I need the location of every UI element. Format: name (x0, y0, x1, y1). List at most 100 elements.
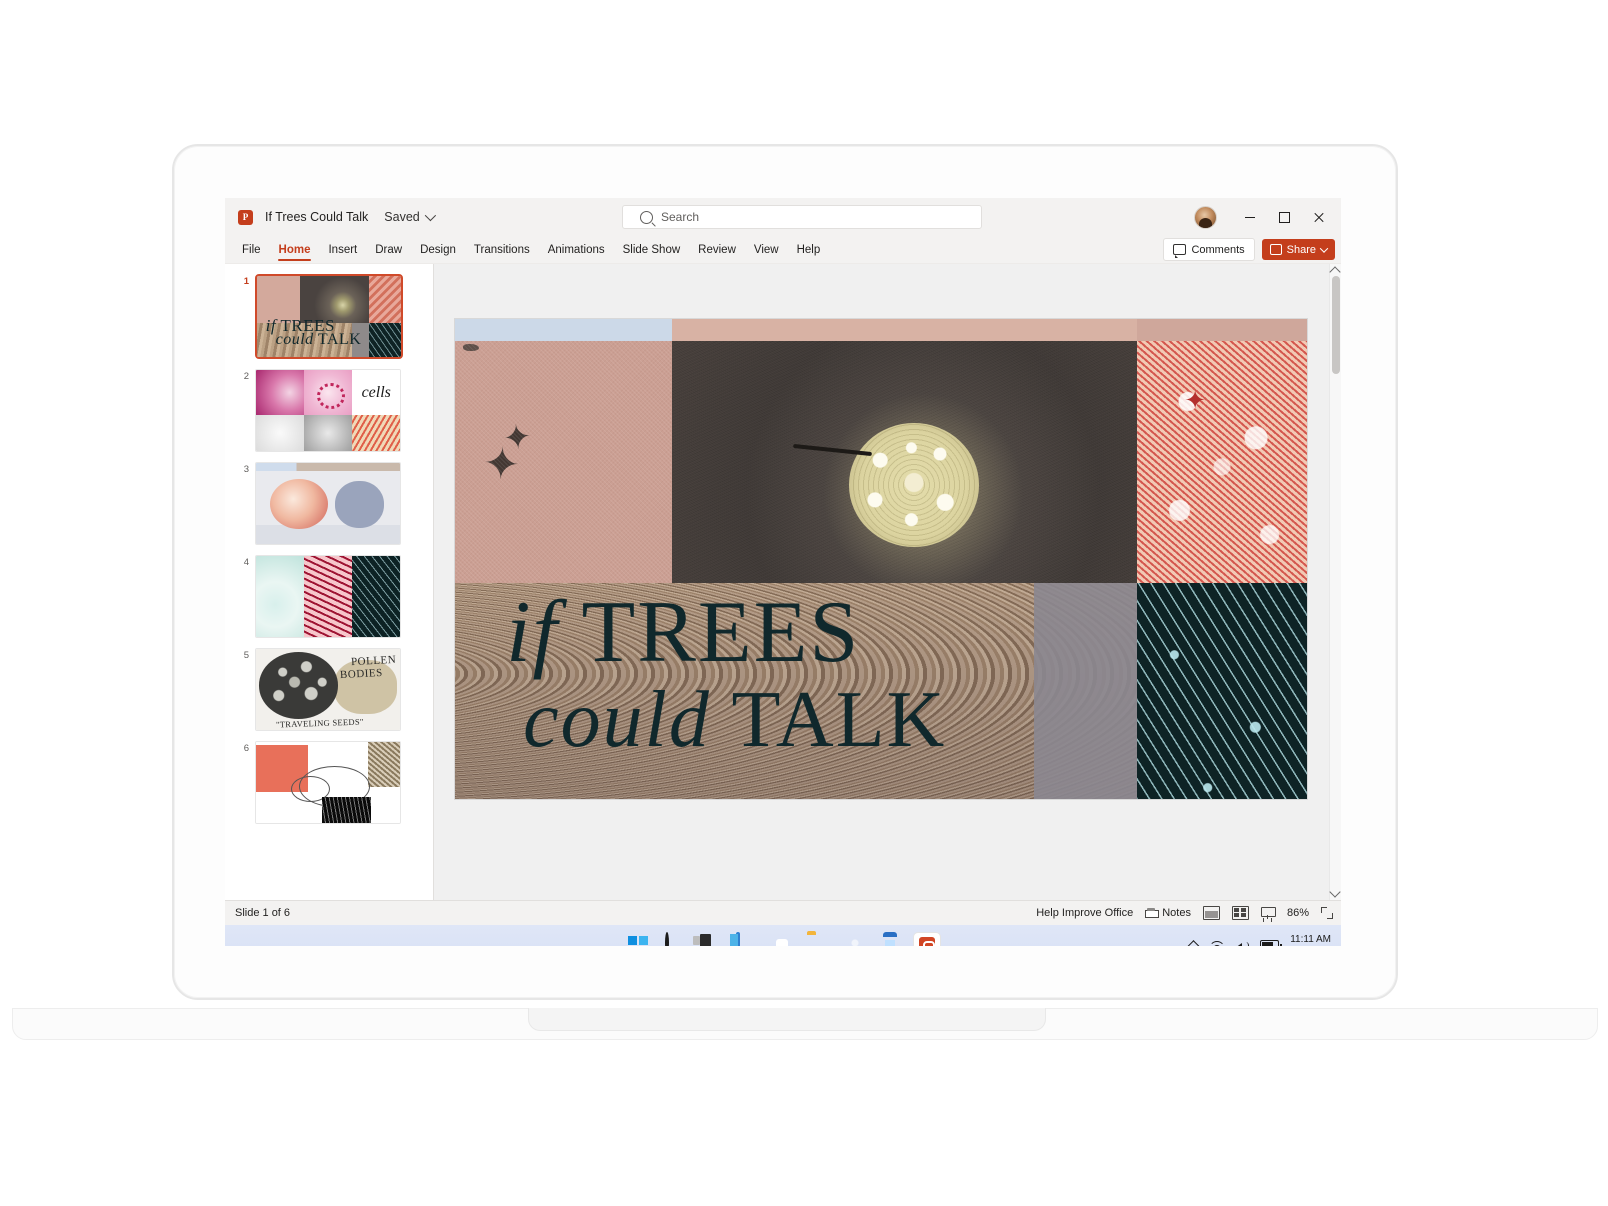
slide-sorter-icon (1231, 906, 1249, 920)
chevron-down-icon (1319, 243, 1329, 253)
tab-design[interactable]: Design (411, 237, 465, 263)
normal-view-icon (1202, 906, 1220, 920)
slide-thumb-1-title[interactable]: 1 if TREES could TALK (225, 274, 433, 359)
comment-bubble-icon (1173, 244, 1187, 258)
notes-label: Notes (1162, 907, 1191, 919)
thumb2-pink-panel (303, 370, 353, 416)
slide-pollen-tube-panel (1136, 583, 1307, 799)
slide-thumb-5-pollen[interactable]: 5 POLLEN BODIES "TRAVELING SEEDS" (225, 648, 433, 731)
tab-insert[interactable]: Insert (319, 237, 366, 263)
show-hidden-icons-icon[interactable] (1187, 939, 1201, 946)
chat-icon[interactable] (770, 934, 794, 946)
slide-pink-panel: ✦ ✦ (455, 341, 673, 583)
slide-thumb-2-cells[interactable]: 2 cells (225, 369, 433, 452)
canvas-vertical-scrollbar[interactable] (1329, 264, 1341, 900)
edge-icon[interactable] (842, 934, 866, 946)
view-reading-button[interactable] (1260, 907, 1276, 919)
stem-cross-section (848, 423, 979, 547)
laptop-screen: P If Trees Could Talk Saved Search File … (225, 198, 1341, 946)
chevron-down-icon (424, 209, 436, 222)
help-improve-office-link[interactable]: Help Improve Office (1036, 907, 1133, 919)
volume-icon[interactable] (1235, 940, 1250, 946)
share-button[interactable]: Share (1261, 239, 1335, 260)
comments-label: Comments (1191, 243, 1245, 256)
task-view-icon[interactable] (698, 934, 722, 946)
thumbnail-image[interactable]: POLLEN BODIES "TRAVELING SEEDS" (255, 648, 401, 731)
slide-top-pink-strip (672, 319, 1137, 342)
slide-thumb-4[interactable]: 4 (225, 555, 433, 638)
editor-body: 1 if TREES could TALK 2 cells 3 4 5 POLL… (225, 264, 1341, 900)
document-title: If Trees Could Talk (265, 210, 369, 224)
battery-icon[interactable] (1260, 940, 1282, 946)
search-input[interactable]: Search (622, 205, 982, 229)
thumb1-title-text: if TREES could TALK (266, 317, 390, 348)
ribbon-actions: Comments Share (1163, 238, 1335, 261)
slide-thumb-3[interactable]: 3 (225, 462, 433, 545)
view-normal-button[interactable] (1202, 906, 1220, 920)
status-bar-right: Help Improve Office Notes 86% (1036, 906, 1333, 920)
slide-thumbnail-pane[interactable]: 1 if TREES could TALK 2 cells 3 4 5 POLL… (225, 264, 434, 900)
screenshot-stage: P If Trees Could Talk Saved Search File … (0, 0, 1608, 1206)
widgets-icon[interactable] (734, 932, 758, 946)
thumb1-if: if (265, 315, 277, 335)
ink-smudge (462, 343, 479, 351)
tab-home[interactable]: Home (270, 237, 320, 263)
powerpoint-icon[interactable] (914, 933, 940, 946)
share-icon (1269, 244, 1282, 255)
windows-taskbar: 11:11 AM 4/7/2022 (225, 925, 1341, 946)
tab-draw[interactable]: Draw (366, 237, 411, 263)
slide-top-blue-strip (455, 319, 673, 342)
view-slide-sorter-button[interactable] (1231, 906, 1249, 920)
tab-review[interactable]: Review (689, 237, 745, 263)
scroll-down-arrow-icon[interactable] (1329, 886, 1341, 898)
tab-file[interactable]: File (233, 237, 270, 263)
fit-slide-button[interactable] (1321, 907, 1333, 919)
tab-animations[interactable]: Animations (539, 237, 614, 263)
thumbnail-image[interactable] (255, 462, 401, 545)
start-icon[interactable] (626, 934, 650, 946)
tab-view[interactable]: View (745, 237, 788, 263)
thumb4-dark-panel (352, 556, 400, 637)
tab-slide-show[interactable]: Slide Show (614, 237, 690, 263)
laptop-mockup-notch (528, 1008, 1046, 1031)
slide-number: 2 (243, 371, 249, 382)
slide-gray-panel (1034, 583, 1137, 799)
slide-number: 4 (243, 557, 249, 568)
maximize-button[interactable] (1267, 198, 1301, 236)
save-state-menu[interactable]: Saved (384, 209, 436, 224)
minimize-button[interactable] (1233, 198, 1267, 236)
thumb4-pink-panel (304, 556, 352, 637)
thumb2-magenta-panel (256, 370, 304, 416)
thumb3-top-band (256, 463, 400, 472)
thumbnail-image[interactable] (255, 741, 401, 824)
slide-thumb-6[interactable]: 6 (225, 741, 433, 824)
tab-transitions[interactable]: Transitions (465, 237, 539, 263)
thumb2-cells-panel: cells (352, 370, 400, 416)
search-icon[interactable] (662, 932, 686, 946)
thumbnail-image[interactable]: if TREES could TALK (255, 274, 403, 359)
comments-button[interactable]: Comments (1163, 238, 1255, 261)
thumb3-base (256, 524, 400, 544)
zoom-level[interactable]: 86% (1287, 907, 1309, 919)
thumbnail-image[interactable]: cells (255, 369, 401, 452)
search-icon (640, 210, 653, 224)
thumb2-light-panel (256, 415, 304, 451)
wifi-icon[interactable] (1209, 940, 1224, 946)
avatar[interactable] (1194, 205, 1217, 229)
notes-button[interactable]: Notes (1145, 907, 1191, 919)
slide-number: 1 (243, 276, 249, 287)
slide-canvas[interactable]: ✦ ✦ ✦ if TREES could TALK (434, 264, 1341, 900)
thumbnail-image[interactable] (255, 555, 401, 638)
scrollbar-thumb[interactable] (1332, 276, 1340, 374)
save-state-label: Saved (384, 210, 420, 224)
thumb6-texture-panel (368, 742, 400, 787)
close-button[interactable] (1301, 198, 1335, 236)
tab-help[interactable]: Help (788, 237, 830, 263)
current-slide[interactable]: ✦ ✦ ✦ if TREES could TALK (455, 319, 1307, 799)
store-icon[interactable] (878, 934, 902, 946)
clock[interactable]: 11:11 AM 4/7/2022 (1290, 934, 1331, 947)
star-sketch-icon-3: ✦ (1184, 384, 1207, 415)
file-explorer-icon[interactable] (806, 934, 830, 946)
thumb3-gray-blob (335, 480, 385, 528)
slide-number: 5 (243, 650, 249, 661)
